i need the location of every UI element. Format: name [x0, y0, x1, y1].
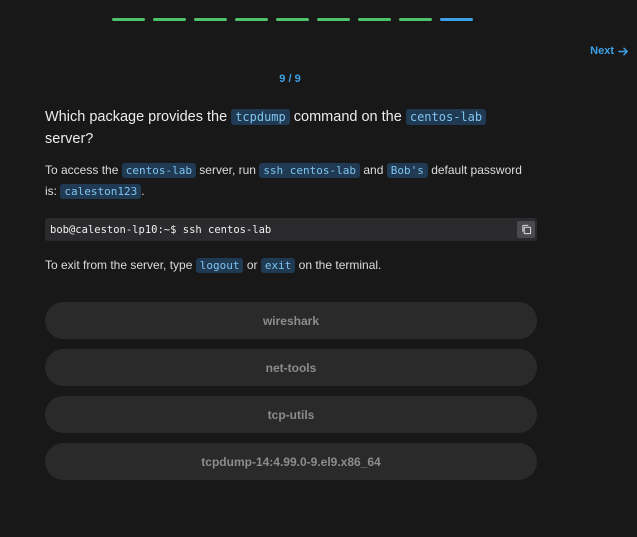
- quiz-page: Next 9 / 9 Which package provides the tc…: [0, 0, 637, 537]
- terminal-command-block: bob@caleston-lp10:~$ ssh centos-lab: [45, 218, 537, 241]
- progress-segment: [112, 18, 145, 21]
- code-snippet: logout: [195, 258, 244, 273]
- progress-segment: [358, 18, 391, 21]
- question-content: Which package provides the tcpdump comma…: [45, 106, 537, 480]
- progress-segment-current: [440, 18, 473, 21]
- progress-segment: [276, 18, 309, 21]
- question-text: Which package provides the tcpdump comma…: [45, 106, 537, 150]
- code-snippet: exit: [260, 258, 296, 273]
- question-text-part: command on the: [289, 109, 406, 125]
- code-snippet: centos-lab: [121, 163, 196, 178]
- instruction-text: or: [243, 258, 261, 272]
- progress-segment: [153, 18, 186, 21]
- answer-options: wireshark net-tools tcp-utils tcpdump-14…: [45, 302, 537, 480]
- question-counter: 9 / 9: [279, 73, 301, 85]
- copy-icon: [521, 224, 531, 235]
- instruction-text: on the terminal.: [295, 258, 382, 272]
- answer-option[interactable]: wireshark: [45, 302, 537, 339]
- access-instructions: To access the centos-lab server, run ssh…: [45, 160, 537, 202]
- code-snippet: caleston123: [60, 184, 142, 199]
- next-button-label: Next: [590, 45, 614, 57]
- progress-segment: [235, 18, 268, 21]
- arrow-right-icon: [618, 47, 628, 55]
- instruction-text: To access the: [45, 163, 122, 177]
- question-text-part: server?: [45, 131, 94, 147]
- terminal-command: bob@caleston-lp10:~$ ssh centos-lab: [50, 223, 272, 236]
- progress-segment: [399, 18, 432, 21]
- code-snippet: centos-lab: [405, 109, 487, 125]
- instruction-text: and: [360, 163, 387, 177]
- instruction-text: server, run: [195, 163, 260, 177]
- progress-segment: [317, 18, 350, 21]
- instruction-text: .: [141, 184, 145, 198]
- copy-button[interactable]: [517, 221, 535, 238]
- code-snippet: Bob's: [386, 163, 428, 178]
- answer-option[interactable]: tcpdump-14:4.99.0-9.el9.x86_64: [45, 443, 537, 480]
- question-text-part: Which package provides the: [45, 109, 232, 125]
- exit-instructions: To exit from the server, type logout or …: [45, 255, 537, 276]
- instruction-text: To exit from the server, type: [45, 258, 196, 272]
- code-snippet: ssh centos-lab: [259, 163, 361, 178]
- code-snippet: tcpdump: [231, 109, 290, 125]
- answer-option[interactable]: net-tools: [45, 349, 537, 386]
- progress-segment: [194, 18, 227, 21]
- progress-bar: [112, 18, 473, 21]
- answer-option[interactable]: tcp-utils: [45, 396, 537, 433]
- next-button[interactable]: Next: [590, 45, 629, 57]
